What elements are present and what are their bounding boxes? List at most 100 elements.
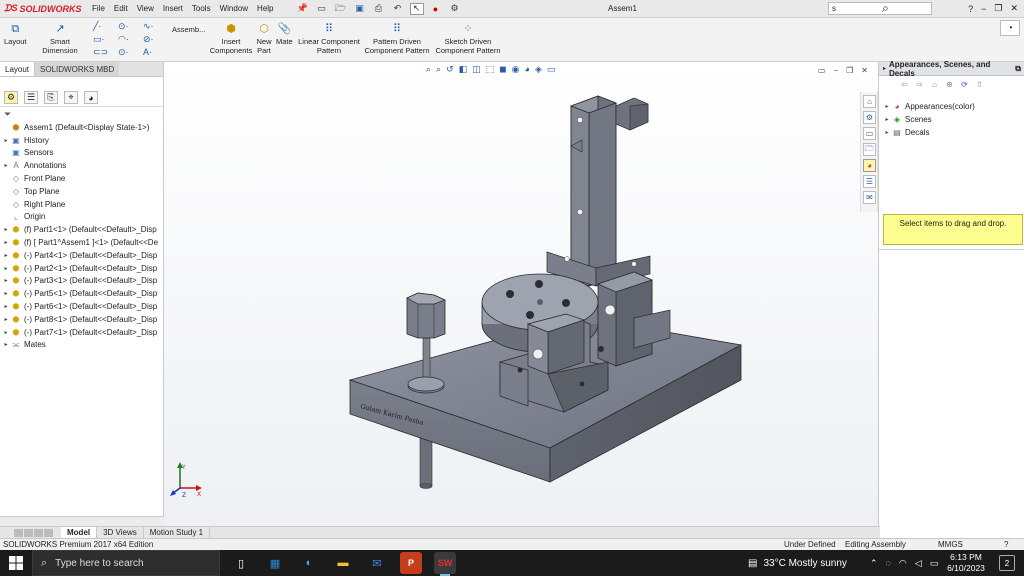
- wifi-icon[interactable]: ◠: [899, 558, 907, 569]
- line-tool-icon[interactable]: ╱·: [93, 21, 117, 33]
- tree-node-part[interactable]: ▸ ⬢ (-) Part8<1> (Default<<Default>_Disp: [2, 313, 163, 326]
- spline-tool-icon[interactable]: ∿·: [143, 21, 167, 33]
- file-explorer-tab-icon[interactable]: 🗁: [863, 143, 876, 156]
- tree-node-right-plane[interactable]: ◇ Right Plane: [2, 198, 163, 211]
- fixture-assembly-model[interactable]: Gulam Karim Pasha: [164, 62, 878, 526]
- collapse-caret-icon[interactable]: ▸: [883, 65, 886, 72]
- back-arrow-icon[interactable]: ⇦: [899, 80, 910, 89]
- prev-tab-arrow-icon[interactable]: [24, 528, 33, 537]
- search-commands-input[interactable]: s: [828, 2, 932, 15]
- options-gear-icon[interactable]: ⚙: [448, 3, 462, 15]
- close-icon[interactable]: ✕: [1010, 3, 1018, 14]
- display-manager-icon[interactable]: ◕: [84, 91, 98, 104]
- start-button[interactable]: [0, 550, 32, 576]
- tree-node-assembly[interactable]: ⬢ Assem1 (Default<Display State-1>): [2, 121, 163, 134]
- tree-node-part[interactable]: ▸ ⬢ (f) Part1<1> (Default<<Default>_Disp: [2, 223, 163, 236]
- horizontal-scrollbar[interactable]: [0, 516, 164, 526]
- search-icon[interactable]: ⌕: [882, 1, 889, 16]
- solidworks-app-icon[interactable]: SW: [434, 552, 456, 576]
- home-tab-icon[interactable]: ⌂: [863, 95, 876, 108]
- solidworks-logo[interactable]: ᗪS SOLIDWORKS: [0, 3, 92, 14]
- configuration-manager-icon[interactable]: ⎘: [44, 91, 58, 104]
- last-tab-arrow-icon[interactable]: [44, 528, 53, 537]
- select-cursor-icon[interactable]: ↖: [409, 2, 424, 15]
- tree-node-part[interactable]: ▸ ⬢ (f) [ Part1^Assem1 ]<1> (Default<<De: [2, 236, 163, 249]
- mail-icon[interactable]: ✉: [366, 552, 388, 574]
- menu-help[interactable]: Help: [257, 4, 273, 13]
- property-manager-icon[interactable]: ☰: [24, 91, 38, 104]
- tree-node-sensors[interactable]: ▣ Sensors: [2, 147, 163, 160]
- tree-node-decals[interactable]: ▸ ▤ Decals: [883, 126, 975, 139]
- menu-tools[interactable]: Tools: [192, 4, 211, 13]
- color-wheel-icon[interactable]: ◔: [1000, 20, 1020, 36]
- taskbar-search-box[interactable]: ⌕ Type here to search: [32, 550, 220, 576]
- show-hidden-icons-icon[interactable]: ⌃: [870, 558, 878, 569]
- tree-node-part[interactable]: ▸ ⬢ (-) Part3<1> (Default<<Default>_Disp: [2, 275, 163, 288]
- unit-system-selector[interactable]: MMGS: [938, 539, 963, 550]
- new-part-button[interactable]: ⬡ New Part: [254, 22, 274, 55]
- first-tab-arrow-icon[interactable]: [14, 528, 23, 537]
- tree-node-appearances[interactable]: ▸ ◕ Appearances(color): [883, 100, 974, 113]
- new-document-icon[interactable]: ▭: [315, 3, 329, 15]
- refresh-icon[interactable]: ⟳: [959, 80, 970, 89]
- language-icon[interactable]: ▭: [930, 558, 939, 569]
- network-icon[interactable]: ◌: [886, 558, 891, 568]
- rectangle-tool-icon[interactable]: ▭·: [93, 34, 117, 46]
- notification-center-icon[interactable]: 2: [999, 555, 1015, 571]
- pane-divider[interactable]: [879, 249, 1024, 253]
- polygon-tool-icon[interactable]: ⊘·: [143, 34, 167, 46]
- up-arrow-icon[interactable]: ⇧: [974, 80, 985, 89]
- task-pane-close-icon[interactable]: ⧉: [1015, 64, 1021, 74]
- custom-properties-tab-icon[interactable]: ☰: [863, 175, 876, 188]
- tab-3d-views[interactable]: 3D Views: [97, 526, 144, 539]
- sketch-driven-button[interactable]: ⁘ Sketch Driven Component Pattern: [434, 22, 502, 55]
- feature-manager-icon[interactable]: ⚙: [4, 91, 18, 104]
- next-tab-arrow-icon[interactable]: [34, 528, 43, 537]
- tree-node-part[interactable]: ▸ ⬢ (-) Part6<1> (Default<<Default>_Disp: [2, 300, 163, 313]
- menu-insert[interactable]: Insert: [163, 4, 183, 13]
- tab-layout[interactable]: Layout: [0, 62, 36, 76]
- volume-icon[interactable]: ◁: [915, 558, 922, 569]
- slot-tool-icon[interactable]: ⊂⊃: [93, 47, 117, 59]
- filter-icon[interactable]: ⏷: [0, 107, 163, 121]
- file-explorer-icon[interactable]: ▬: [332, 552, 354, 574]
- task-view-icon[interactable]: ▯: [230, 552, 252, 574]
- text-tool-icon[interactable]: A·: [143, 47, 167, 59]
- tree-node-top-plane[interactable]: ◇ Top Plane: [2, 185, 163, 198]
- tree-node-part[interactable]: ▸ ⬢ (-) Part4<1> (Default<<Default>_Disp: [2, 249, 163, 262]
- undo-icon[interactable]: ↶: [391, 3, 405, 15]
- point-tool-icon[interactable]: ⊙·: [118, 47, 142, 59]
- microsoft-store-icon[interactable]: ▦: [264, 552, 286, 574]
- taskbar-clock[interactable]: 6:13 PM 6/10/2023: [938, 552, 994, 574]
- tab-motion-study[interactable]: Motion Study 1: [144, 526, 211, 539]
- menu-window[interactable]: Window: [220, 4, 248, 13]
- insert-components-button[interactable]: ⬢ Insert Components: [208, 22, 254, 55]
- home-icon[interactable]: ⌂: [929, 80, 940, 89]
- traffic-light-icon[interactable]: ●: [429, 3, 443, 15]
- menu-file[interactable]: File: [92, 4, 105, 13]
- menu-view[interactable]: View: [137, 4, 154, 13]
- pattern-driven-button[interactable]: ⠿ Pattern Driven Component Pattern: [364, 22, 430, 55]
- open-folder-icon[interactable]: 🗁: [334, 3, 348, 15]
- print-icon[interactable]: ⎙: [372, 3, 386, 15]
- restore-icon[interactable]: ❐: [994, 3, 1002, 14]
- powerpoint-icon[interactable]: P: [400, 552, 422, 574]
- weather-widget[interactable]: ▤ 33°C Mostly sunny: [748, 550, 847, 576]
- design-library-tab-icon[interactable]: ▭: [863, 127, 876, 140]
- tree-node-history[interactable]: ▸ ▣ History: [2, 134, 163, 147]
- forward-arrow-icon[interactable]: ⇨: [914, 80, 925, 89]
- tree-node-part[interactable]: ▸ ⬢ (-) Part2<1> (Default<<Default>_Disp: [2, 262, 163, 275]
- tree-node-annotations[interactable]: ▸ A Annotations: [2, 159, 163, 172]
- assembly-layout-button[interactable]: Assemb...: [172, 22, 205, 34]
- menu-edit[interactable]: Edit: [114, 4, 128, 13]
- circle-tool-icon[interactable]: ⊙·: [118, 21, 142, 33]
- edge-browser-icon[interactable]: ◐: [298, 552, 320, 574]
- layout-button[interactable]: ⧉ Layout: [4, 22, 27, 46]
- arc-tool-icon[interactable]: ◠·: [118, 34, 142, 46]
- resources-tab-icon[interactable]: ⚙: [863, 111, 876, 124]
- tree-node-part[interactable]: ▸ ⬢ (-) Part7<1> (Default<<Default>_Disp: [2, 326, 163, 339]
- mate-button[interactable]: 📎 Mate: [276, 22, 293, 46]
- forum-tab-icon[interactable]: ✉: [863, 191, 876, 204]
- minimize-icon[interactable]: −: [981, 4, 986, 14]
- save-icon[interactable]: ▣: [353, 3, 367, 15]
